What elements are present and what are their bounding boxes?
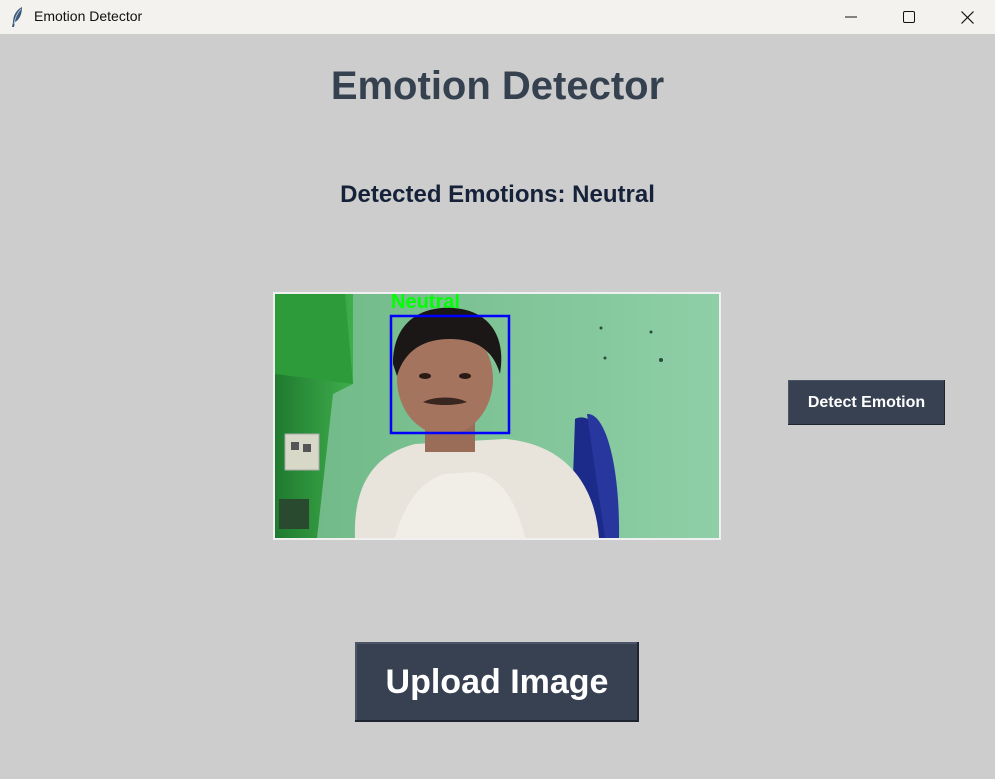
webcam-image: Neutral bbox=[273, 292, 721, 540]
maximize-icon bbox=[903, 11, 915, 23]
upload-image-button[interactable]: Upload Image bbox=[355, 642, 639, 722]
page-title: Emotion Detector bbox=[330, 64, 665, 108]
detected-emotions-label: Detected Emotions: Neutral bbox=[340, 181, 655, 208]
title-bar[interactable]: Emotion Detector bbox=[0, 0, 995, 34]
close-button[interactable] bbox=[938, 0, 995, 34]
app-window: Emotion Detector Emotion Detector Detect… bbox=[0, 0, 995, 779]
close-icon bbox=[960, 10, 974, 24]
webcam-photo: Neutral bbox=[275, 294, 719, 538]
detect-emotion-button[interactable]: Detect Emotion bbox=[788, 380, 945, 425]
feather-icon bbox=[12, 7, 22, 27]
minimize-button[interactable] bbox=[822, 0, 880, 34]
minimize-icon bbox=[845, 16, 857, 18]
maximize-button[interactable] bbox=[880, 0, 938, 34]
emotion-overlay-label: Neutral bbox=[391, 294, 460, 313]
window-title: Emotion Detector bbox=[34, 8, 143, 24]
